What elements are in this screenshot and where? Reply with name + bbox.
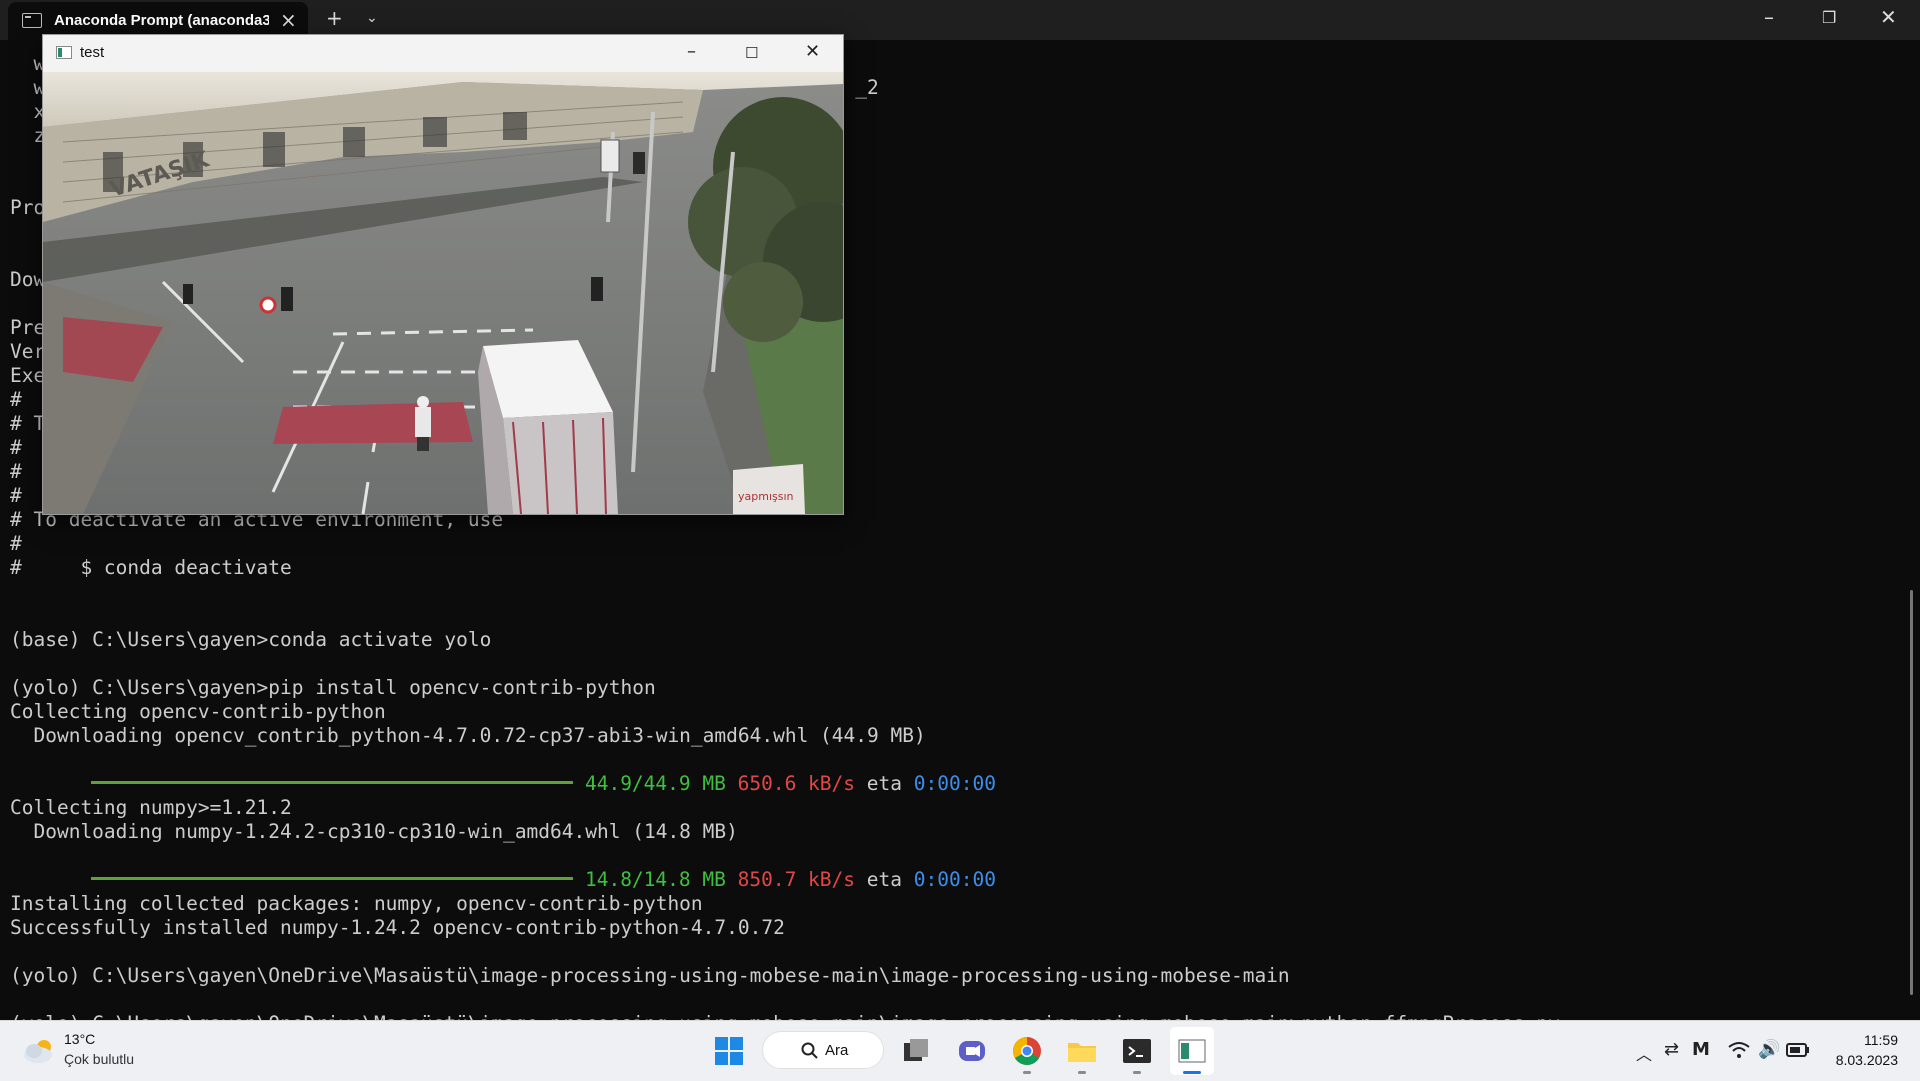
clock-time[interactable]: 11:59 (1838, 1032, 1898, 1048)
terminal-line: # (10, 460, 22, 483)
terminal-line: (yolo) C:\Users\gayen\OneDrive\Masaüstü\… (10, 1012, 1560, 1020)
chevron-down-icon[interactable]: ⌄ (366, 10, 378, 26)
chrome-icon[interactable] (1011, 1035, 1043, 1067)
terminal-line: Dow (10, 268, 46, 291)
camera-frame: VATAŞIK yapmışsın (43, 72, 843, 514)
cv-window-title: test (80, 44, 105, 61)
maximize-icon[interactable]: ☐ (745, 44, 758, 62)
terminal-app-icon[interactable] (1121, 1035, 1153, 1067)
task-view-icon[interactable] (900, 1035, 932, 1067)
minimize-icon[interactable]: – (1764, 5, 1774, 29)
progress-bar (90, 781, 573, 784)
terminal-line: Exe (10, 364, 46, 387)
tab-close-icon[interactable]: × (280, 8, 297, 32)
billboard-text: yapmışsın (738, 490, 794, 503)
running-indicator (1023, 1071, 1031, 1074)
terminal-line: Pro (10, 196, 46, 219)
close-icon[interactable]: ✕ (1880, 5, 1897, 29)
progress-line-2: 14.8/14.8 MB 850.7 kB/s eta 0:00:00 (10, 844, 996, 891)
terminal-line: (yolo) C:\Users\gayen\OneDrive\Masaüstü\… (10, 964, 1290, 987)
terminal-line: (base) C:\Users\gayen>conda activate yol… (10, 628, 492, 651)
wifi-icon[interactable] (1728, 1041, 1750, 1059)
taskbar-search[interactable]: Ara (762, 1031, 884, 1069)
search-label: Ara (825, 1042, 849, 1059)
terminal-line: x (10, 100, 46, 123)
terminal-line: z (10, 124, 46, 147)
new-tab-icon[interactable]: + (326, 6, 343, 30)
progress-eta-label: eta (866, 868, 902, 891)
terminal-line: Downloading opencv_contrib_python-4.7.0.… (10, 724, 926, 747)
search-icon (801, 1042, 818, 1059)
battery-icon[interactable] (1786, 1043, 1810, 1057)
terminal-line: # (10, 436, 22, 459)
terminal-line: # $ conda deactivate (10, 556, 292, 579)
progress-size: 44.9/44.9 MB (584, 772, 726, 795)
weather-temperature[interactable]: 13°C (64, 1031, 95, 1047)
terminal-line: w (10, 52, 46, 75)
teams-chat-icon[interactable] (956, 1035, 988, 1067)
running-indicator (1133, 1071, 1141, 1074)
tab-title: Anaconda Prompt (anaconda3) (54, 12, 269, 29)
terminal-line: Ver (10, 340, 46, 363)
terminal-line: (yolo) C:\Users\gayen>pip install opencv… (10, 676, 656, 699)
opencv-window[interactable]: test – ☐ ✕ VATAŞIK yapmışsın (42, 34, 844, 515)
terminal-line: # (10, 388, 22, 411)
terminal-line: Successfully installed numpy-1.24.2 open… (10, 916, 785, 939)
cv-window-titlebar[interactable]: test – ☐ ✕ (43, 35, 843, 72)
clock-date[interactable]: 8.03.2023 (1816, 1052, 1898, 1068)
gmail-icon[interactable]: M (1692, 1039, 1710, 1060)
windows-start-icon[interactable] (713, 1035, 745, 1067)
minimize-icon[interactable]: – (687, 41, 696, 62)
progress-bar (90, 877, 573, 880)
weather-description[interactable]: Çok bulutlu (64, 1051, 134, 1067)
terminal-line: # T (10, 412, 46, 435)
weather-cloud-icon[interactable] (22, 1037, 56, 1065)
terminal-line: Pre (10, 316, 46, 339)
active-indicator (1183, 1071, 1201, 1074)
opencv-window-app-icon[interactable] (1176, 1035, 1208, 1067)
progress-eta: 0:00:00 (913, 868, 996, 891)
progress-speed: 850.7 kB/s (737, 868, 856, 891)
close-icon[interactable]: ✕ (805, 41, 820, 62)
restore-icon[interactable]: ❐ (1822, 8, 1836, 27)
terminal-line: Installing collected packages: numpy, op… (10, 892, 703, 915)
progress-speed: 650.6 kB/s (737, 772, 856, 795)
progress-eta-label: eta (866, 772, 902, 795)
file-explorer-icon[interactable] (1066, 1035, 1098, 1067)
terminal-line: Collecting opencv-contrib-python (10, 700, 386, 723)
terminal-icon (22, 13, 42, 28)
progress-eta: 0:00:00 (913, 772, 996, 795)
terminal-scrollbar[interactable] (1910, 590, 1913, 995)
traffic-camera-image: VATAŞIK yapmışsın (43, 72, 843, 514)
chevron-up-icon[interactable]: ︿ (1636, 1041, 1652, 1065)
volume-icon[interactable]: 🔊 (1758, 1039, 1780, 1060)
taskbar: 13°C Çok bulutlu Ara ︿ ⇄ M 🔊 11:59 8.03.… (0, 1020, 1920, 1081)
terminal-line: Collecting numpy>=1.21.2 (10, 796, 292, 819)
sync-icon[interactable]: ⇄ (1664, 1039, 1679, 1060)
terminal-line: Downloading numpy-1.24.2-cp310-cp310-win… (10, 820, 738, 843)
progress-line-1: 44.9/44.9 MB 650.6 kB/s eta 0:00:00 (10, 748, 996, 795)
terminal-line: # (10, 532, 22, 555)
running-indicator (1078, 1071, 1086, 1074)
terminal-line: # (10, 484, 22, 507)
app-icon (56, 46, 72, 59)
progress-size: 14.8/14.8 MB (584, 868, 726, 891)
